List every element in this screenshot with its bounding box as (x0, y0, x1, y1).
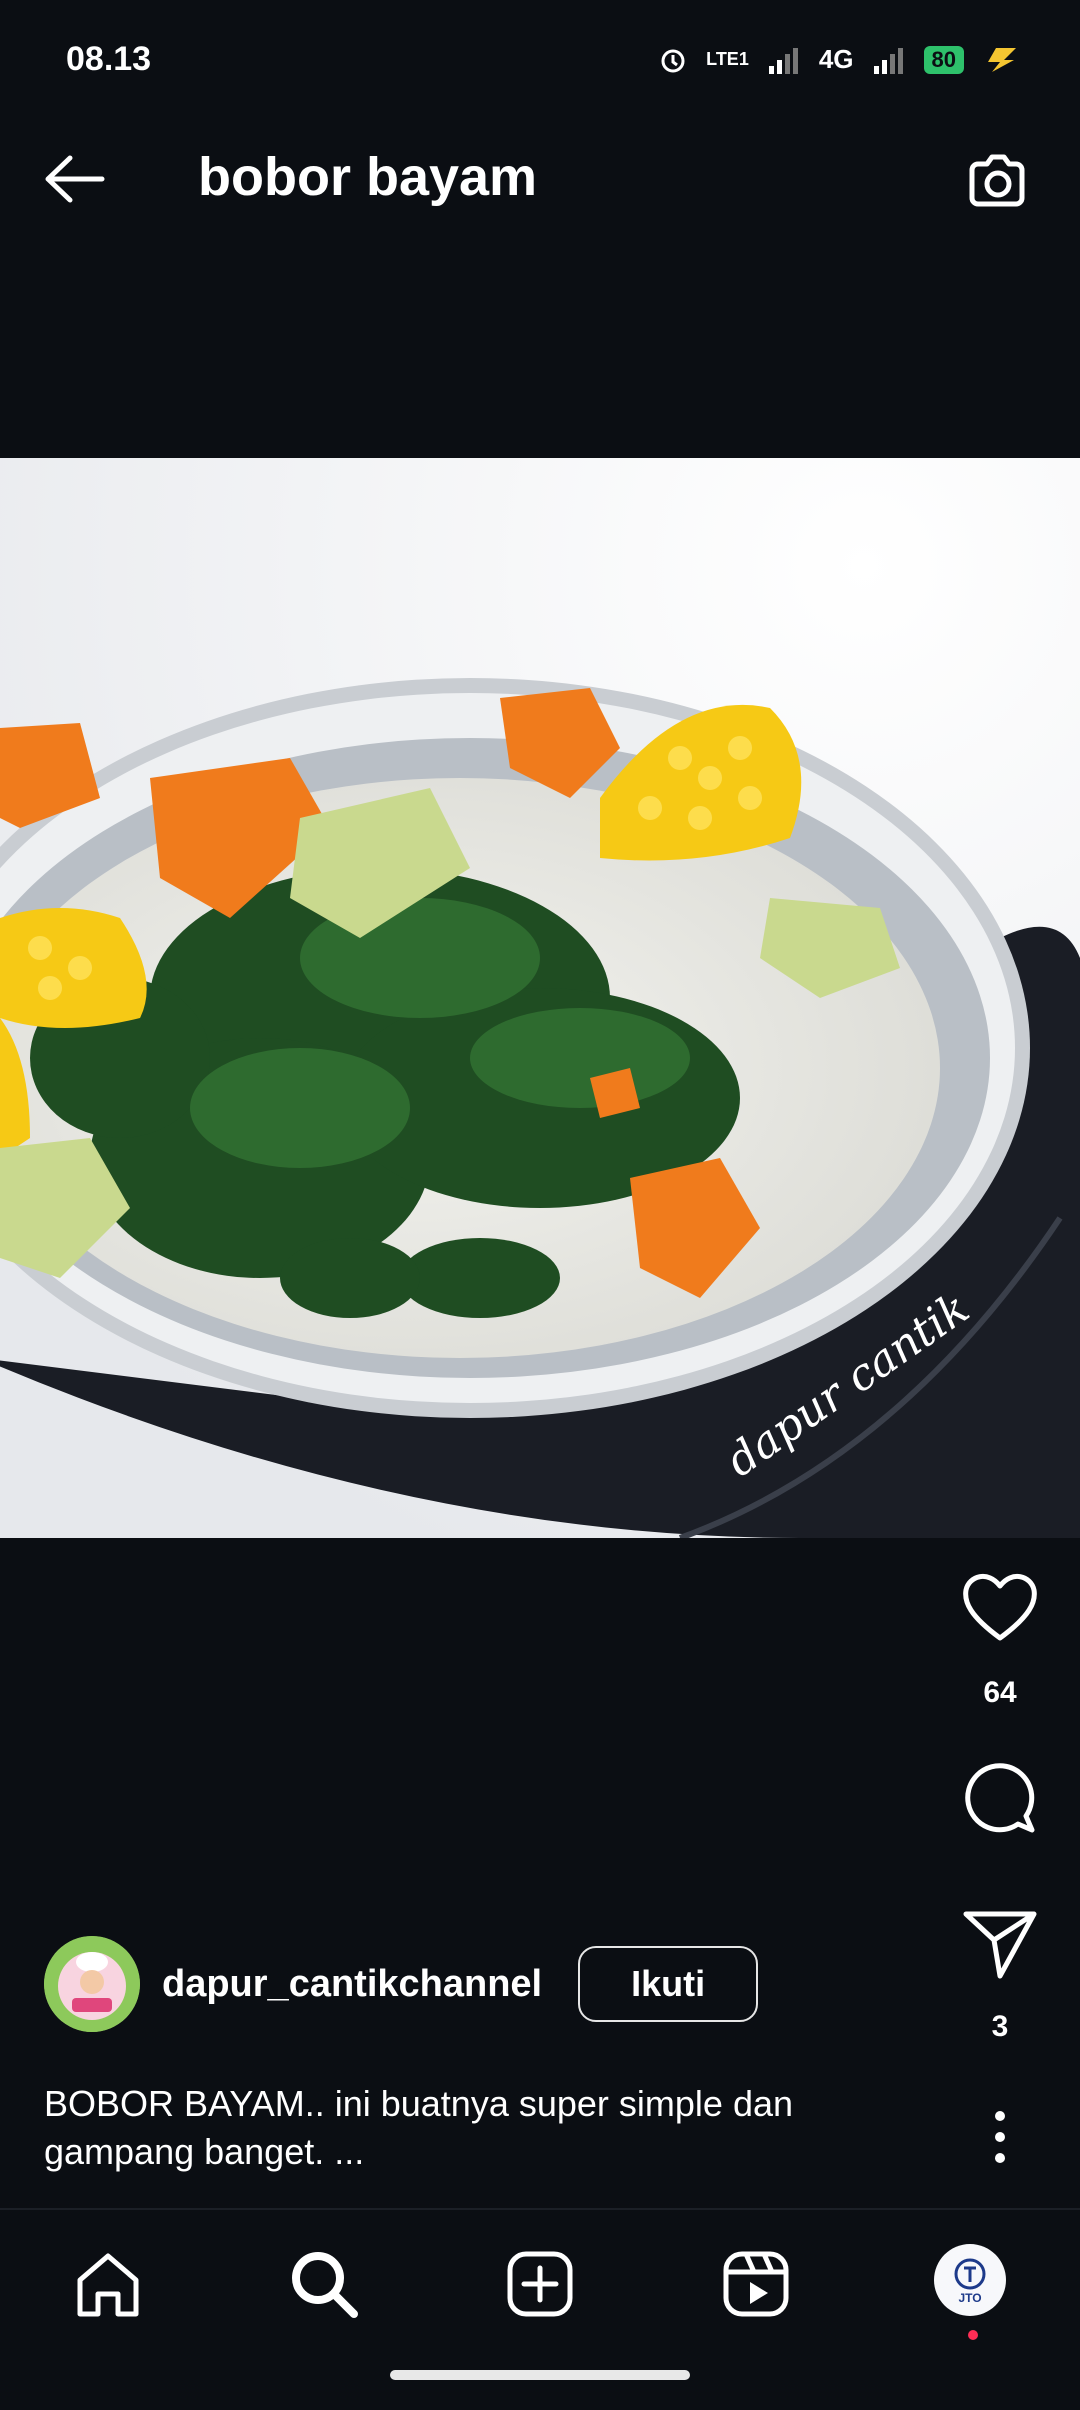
search-icon (292, 2252, 358, 2318)
app-header: bobor bayam (0, 110, 1080, 240)
share-button[interactable] (920, 1906, 1080, 1987)
comment-button[interactable] (920, 1756, 1080, 1841)
nav-profile[interactable]: JTO (934, 2244, 1014, 2340)
notification-dot (968, 2330, 978, 2340)
more-options-button[interactable] (980, 2102, 1020, 2172)
profile-logo-icon (954, 2258, 986, 2290)
caption-line-1: BOBOR BAYAM.. ini buatnya super simple d… (44, 2083, 794, 2124)
signal-2-icon (873, 47, 903, 74)
caption-line-2: gampang banget. ... (44, 2131, 365, 2172)
battery-level: 80 (923, 45, 964, 74)
status-icons: LTE1 4G 80 (658, 44, 1020, 75)
nav-search[interactable] (284, 2244, 364, 2324)
volte-label: LTE1 (706, 49, 749, 69)
home-indicator[interactable] (390, 2370, 690, 2380)
reels-icon (723, 2251, 789, 2317)
status-time: 08.13 (66, 40, 152, 78)
home-icon (77, 2253, 139, 2317)
heart-icon (963, 1574, 1037, 1641)
comment-icon (965, 1763, 1035, 1833)
network-label: 4G (818, 44, 854, 74)
charging-icon (988, 47, 1016, 72)
follow-button[interactable]: Ikuti (578, 1946, 759, 2022)
status-bar: 08.13 LTE1 4G 80 (0, 0, 1080, 96)
like-count: 64 (983, 1676, 1017, 1709)
back-arrow-icon (45, 155, 105, 203)
page-title: bobor bayam (198, 147, 538, 207)
more-icon (995, 2111, 1005, 2163)
author-username[interactable]: dapur_cantikchannel (162, 1963, 542, 2006)
soup-photo: dapur cantik (0, 458, 1080, 1538)
post-caption[interactable]: BOBOR BAYAM.. ini buatnya super simple d… (44, 2080, 904, 2176)
nav-home[interactable] (68, 2244, 148, 2324)
signal-icon (768, 47, 798, 74)
add-icon (507, 2251, 573, 2317)
author-logo (44, 1936, 140, 2032)
send-icon (963, 1911, 1037, 1979)
back-button[interactable] (40, 144, 120, 214)
nav-create[interactable] (500, 2244, 580, 2324)
profile-avatar: JTO (934, 2244, 1006, 2316)
author-avatar[interactable] (44, 1936, 140, 2032)
author-row: dapur_cantikchannel Ikuti (44, 1936, 759, 2032)
camera-icon (969, 154, 1025, 207)
post-image[interactable]: dapur cantik (0, 458, 1080, 1538)
profile-label: JTO (958, 2291, 982, 2305)
nav-reels[interactable] (716, 2244, 796, 2324)
like-button[interactable] (920, 1568, 1080, 1649)
camera-button[interactable] (962, 144, 1032, 214)
share-count: 3 (991, 2010, 1009, 2043)
alarm-icon (661, 49, 685, 72)
